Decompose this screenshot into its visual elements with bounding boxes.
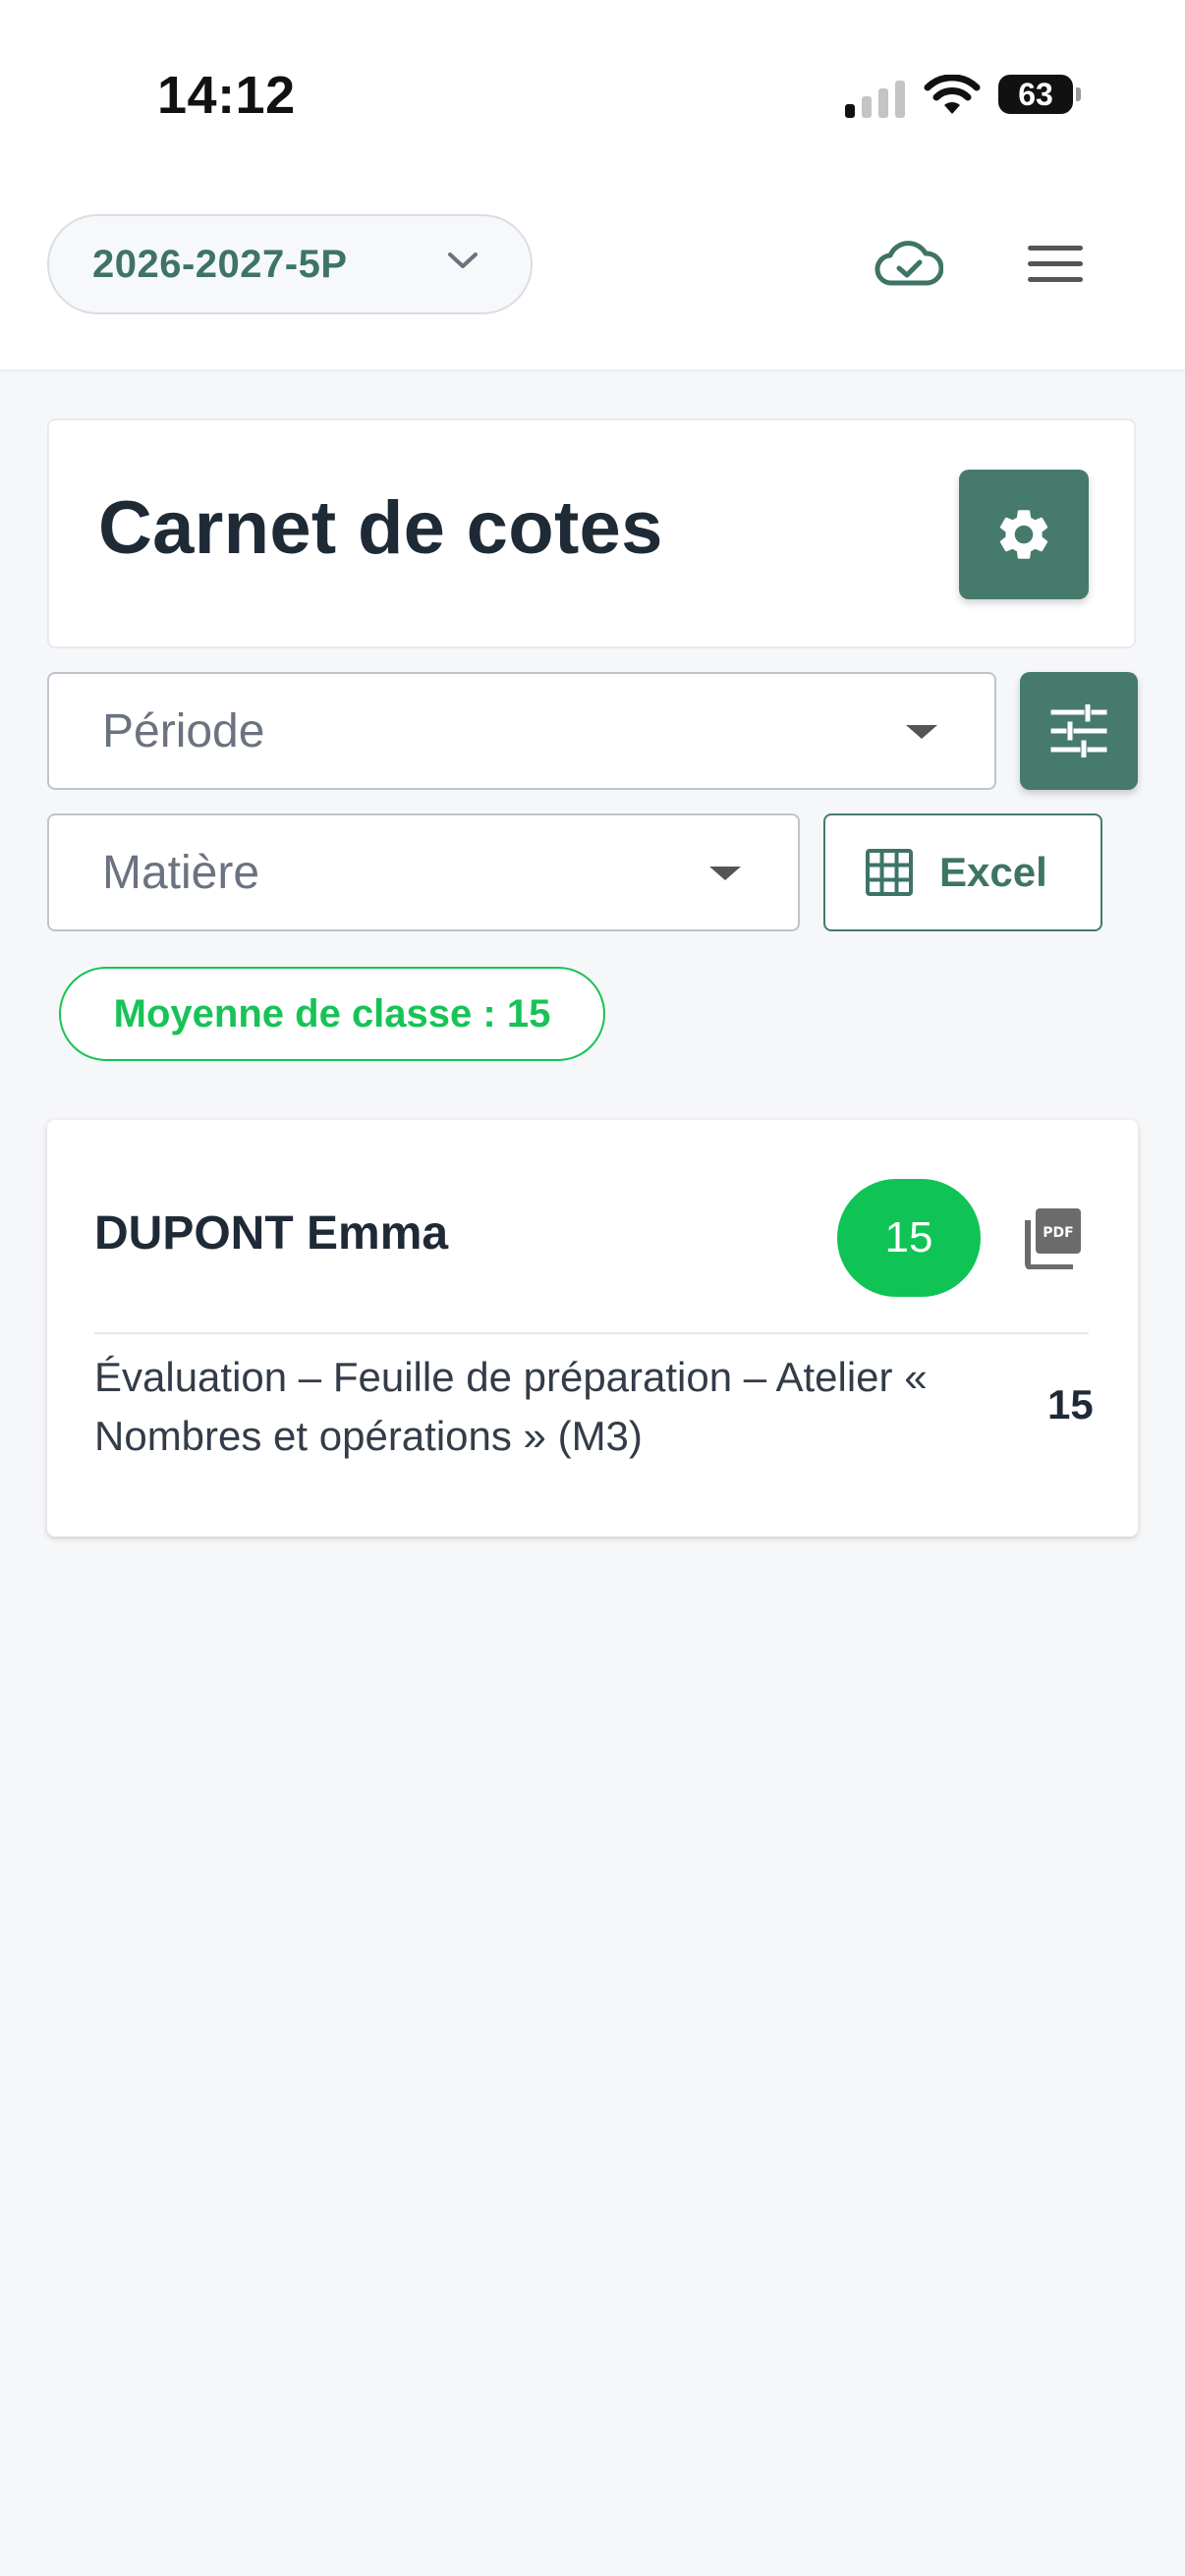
- evaluation-score: 15: [1047, 1381, 1094, 1428]
- evaluation-title: Évaluation – Feuille de préparation – At…: [94, 1354, 928, 1459]
- sliders-icon: [1050, 704, 1107, 757]
- student-card[interactable]: DUPONT Emma 15 PDF Évaluation – Feuille …: [47, 1120, 1138, 1537]
- matiere-placeholder: Matière: [102, 846, 260, 899]
- svg-text:PDF: PDF: [1043, 1225, 1073, 1241]
- filter-button[interactable]: [1020, 672, 1138, 790]
- caret-down-icon: [906, 725, 937, 739]
- excel-label: Excel: [939, 849, 1047, 895]
- periode-placeholder: Période: [102, 704, 265, 757]
- menu-icon[interactable]: [1022, 242, 1087, 287]
- status-time: 14:12: [157, 66, 296, 125]
- status-icons: 63: [845, 71, 1081, 120]
- student-average-badge: 15: [837, 1179, 981, 1297]
- school-year-label: 2026-2027-5P: [92, 242, 348, 286]
- app-header: 14:12 63 2026-2027-5P: [0, 0, 1185, 371]
- school-year-select[interactable]: 2026-2027-5P: [47, 214, 533, 314]
- signal-icon: [845, 79, 908, 118]
- card-divider: [94, 1332, 1089, 1334]
- grid-icon: [866, 849, 913, 896]
- title-card: Carnet de cotes: [47, 419, 1136, 648]
- battery-icon: 63: [998, 75, 1081, 114]
- page-title: Carnet de cotes: [98, 486, 663, 570]
- cloud-check-icon[interactable]: [875, 236, 943, 291]
- excel-export-button[interactable]: Excel: [823, 813, 1102, 931]
- settings-button[interactable]: [959, 470, 1089, 599]
- wifi-icon: [924, 75, 981, 114]
- caret-down-icon: [709, 867, 741, 880]
- chevron-down-icon: [448, 252, 478, 268]
- gear-icon: [999, 510, 1048, 559]
- matiere-select[interactable]: Matière: [47, 813, 800, 931]
- periode-select[interactable]: Période: [47, 672, 996, 790]
- class-average-badge: Moyenne de classe : 15: [59, 967, 605, 1061]
- pdf-icon[interactable]: PDF: [1024, 1206, 1083, 1269]
- student-name: DUPONT Emma: [94, 1207, 449, 1260]
